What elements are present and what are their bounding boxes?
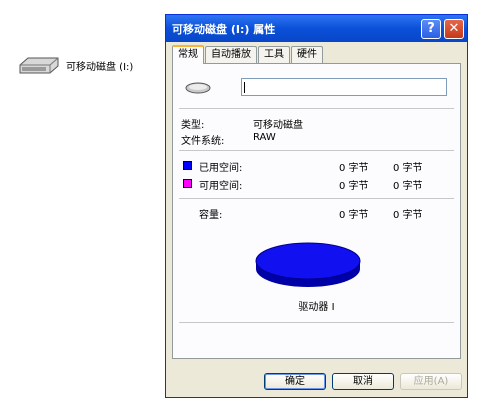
properties-window: 可移动磁盘 (I:) 属性 ? ✕ 常规 自动播放 工具 硬件 类型: 可移动磁… <box>165 14 468 398</box>
filesystem-label: 文件系统: <box>181 136 225 147</box>
used-space-label: 已用空间: <box>199 163 243 174</box>
capacity-bytes: 0 字节 <box>339 210 369 221</box>
desktop-drive-item[interactable]: 可移动磁盘 (I:) <box>18 54 133 76</box>
desktop-drive-label: 可移动磁盘 (I:) <box>66 61 134 73</box>
capacity-label: 容量: <box>199 210 223 221</box>
text-caret <box>244 82 245 93</box>
tab-general[interactable]: 常规 <box>172 45 204 64</box>
drive-caption: 驱动器 I <box>298 302 335 313</box>
title-bar[interactable]: 可移动磁盘 (I:) 属性 ? ✕ <box>166 15 467 42</box>
free-space-swatch <box>183 179 192 188</box>
ok-button[interactable]: 确定 <box>264 373 326 390</box>
free-space-size: 0 字节 <box>393 181 423 192</box>
divider <box>179 322 454 323</box>
tab-strip: 常规 自动播放 工具 硬件 <box>172 45 324 64</box>
type-value: 可移动磁盘 <box>253 120 303 131</box>
divider <box>179 150 454 151</box>
removable-drive-icon <box>19 57 59 74</box>
used-space-swatch <box>183 161 192 170</box>
free-space-bytes: 0 字节 <box>339 181 369 192</box>
capacity-size: 0 字节 <box>393 210 423 221</box>
used-space-bytes: 0 字节 <box>339 163 369 174</box>
tab-tools[interactable]: 工具 <box>258 46 290 63</box>
divider <box>179 108 454 109</box>
help-button[interactable]: ? <box>421 18 441 39</box>
divider <box>179 198 454 199</box>
drive-icon <box>185 82 211 94</box>
close-button[interactable]: ✕ <box>444 18 464 39</box>
general-panel: 类型: 可移动磁盘 文件系统: RAW 已用空间: 0 字节 0 字节 可用空间… <box>172 63 461 359</box>
free-space-label: 可用空间: <box>199 181 243 192</box>
used-space-size: 0 字节 <box>393 163 423 174</box>
capacity-pie <box>255 242 361 287</box>
tab-autoplay[interactable]: 自动播放 <box>205 46 257 63</box>
type-label: 类型: <box>181 120 205 131</box>
window-title: 可移动磁盘 (I:) 属性 <box>172 22 276 36</box>
cancel-button[interactable]: 取消 <box>332 373 394 390</box>
volume-name-input[interactable] <box>241 78 447 96</box>
apply-button[interactable]: 应用(A) <box>400 373 462 390</box>
filesystem-value: RAW <box>253 132 276 143</box>
tab-hardware[interactable]: 硬件 <box>291 46 323 63</box>
